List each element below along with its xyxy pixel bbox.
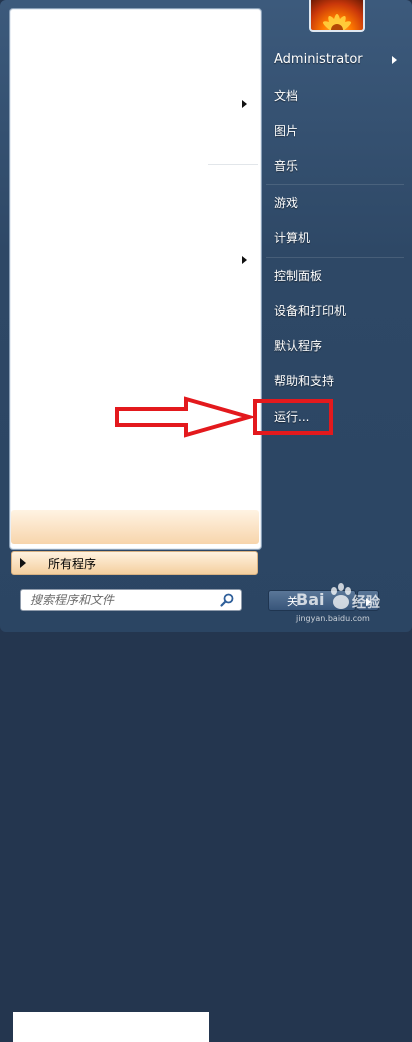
devices-printers-label: 设备和打印机: [274, 304, 347, 318]
flower-avatar-icon: [323, 14, 351, 30]
default-programs-label: 默认程序: [274, 339, 323, 353]
documents-item[interactable]: 文档: [266, 81, 408, 111]
recent-program-item[interactable]: [13, 1012, 209, 1042]
pictures-item[interactable]: 图片: [266, 116, 408, 146]
music-item[interactable]: 音乐: [266, 151, 408, 181]
chevron-right-icon: [392, 56, 397, 64]
help-support-label: 帮助和支持: [274, 374, 335, 388]
computer-item[interactable]: 计算机: [266, 223, 408, 253]
documents-label: 文档: [274, 89, 299, 103]
program-list-pane: [9, 8, 262, 1042]
control-panel-item[interactable]: 控制面板: [266, 261, 408, 291]
user-name-label: Administrator: [274, 52, 363, 67]
paw-icon: [331, 583, 351, 609]
default-programs-item[interactable]: 默认程序: [266, 331, 408, 361]
all-programs-label: 所有程序: [48, 556, 97, 571]
all-programs-button[interactable]: 所有程序: [11, 551, 258, 575]
annotation-arrow-icon: [115, 396, 254, 438]
search-box[interactable]: [20, 589, 242, 611]
search-icon[interactable]: [219, 592, 235, 608]
run-highlight-box: [253, 399, 333, 435]
program-list-divider: [208, 164, 258, 165]
pictures-label: 图片: [274, 124, 299, 138]
computer-label: 计算机: [274, 231, 311, 245]
submenu-arrow-icon[interactable]: [242, 256, 247, 264]
games-label: 游戏: [274, 196, 299, 210]
help-support-item[interactable]: 帮助和支持: [266, 366, 408, 396]
recent-program-highlight[interactable]: [11, 510, 259, 1042]
music-label: 音乐: [274, 159, 299, 173]
games-item[interactable]: 游戏: [266, 188, 408, 218]
search-input[interactable]: [21, 592, 219, 608]
user-name-item[interactable]: Administrator: [266, 45, 408, 75]
expand-triangle-icon: [20, 558, 26, 568]
watermark-brand: Bai: [296, 590, 325, 609]
start-menu: 所有程序 Administrator 文档 图片 音乐: [0, 0, 412, 1042]
right-column-divider: [266, 257, 404, 258]
devices-printers-item[interactable]: 设备和打印机: [266, 296, 408, 326]
watermark-url: jingyan.baidu.com: [296, 614, 370, 623]
control-panel-label: 控制面板: [274, 269, 323, 283]
right-column-divider: [266, 184, 404, 185]
submenu-arrow-icon[interactable]: [242, 100, 247, 108]
watermark-suffix: 经验: [352, 595, 380, 611]
user-picture[interactable]: [309, 0, 365, 32]
